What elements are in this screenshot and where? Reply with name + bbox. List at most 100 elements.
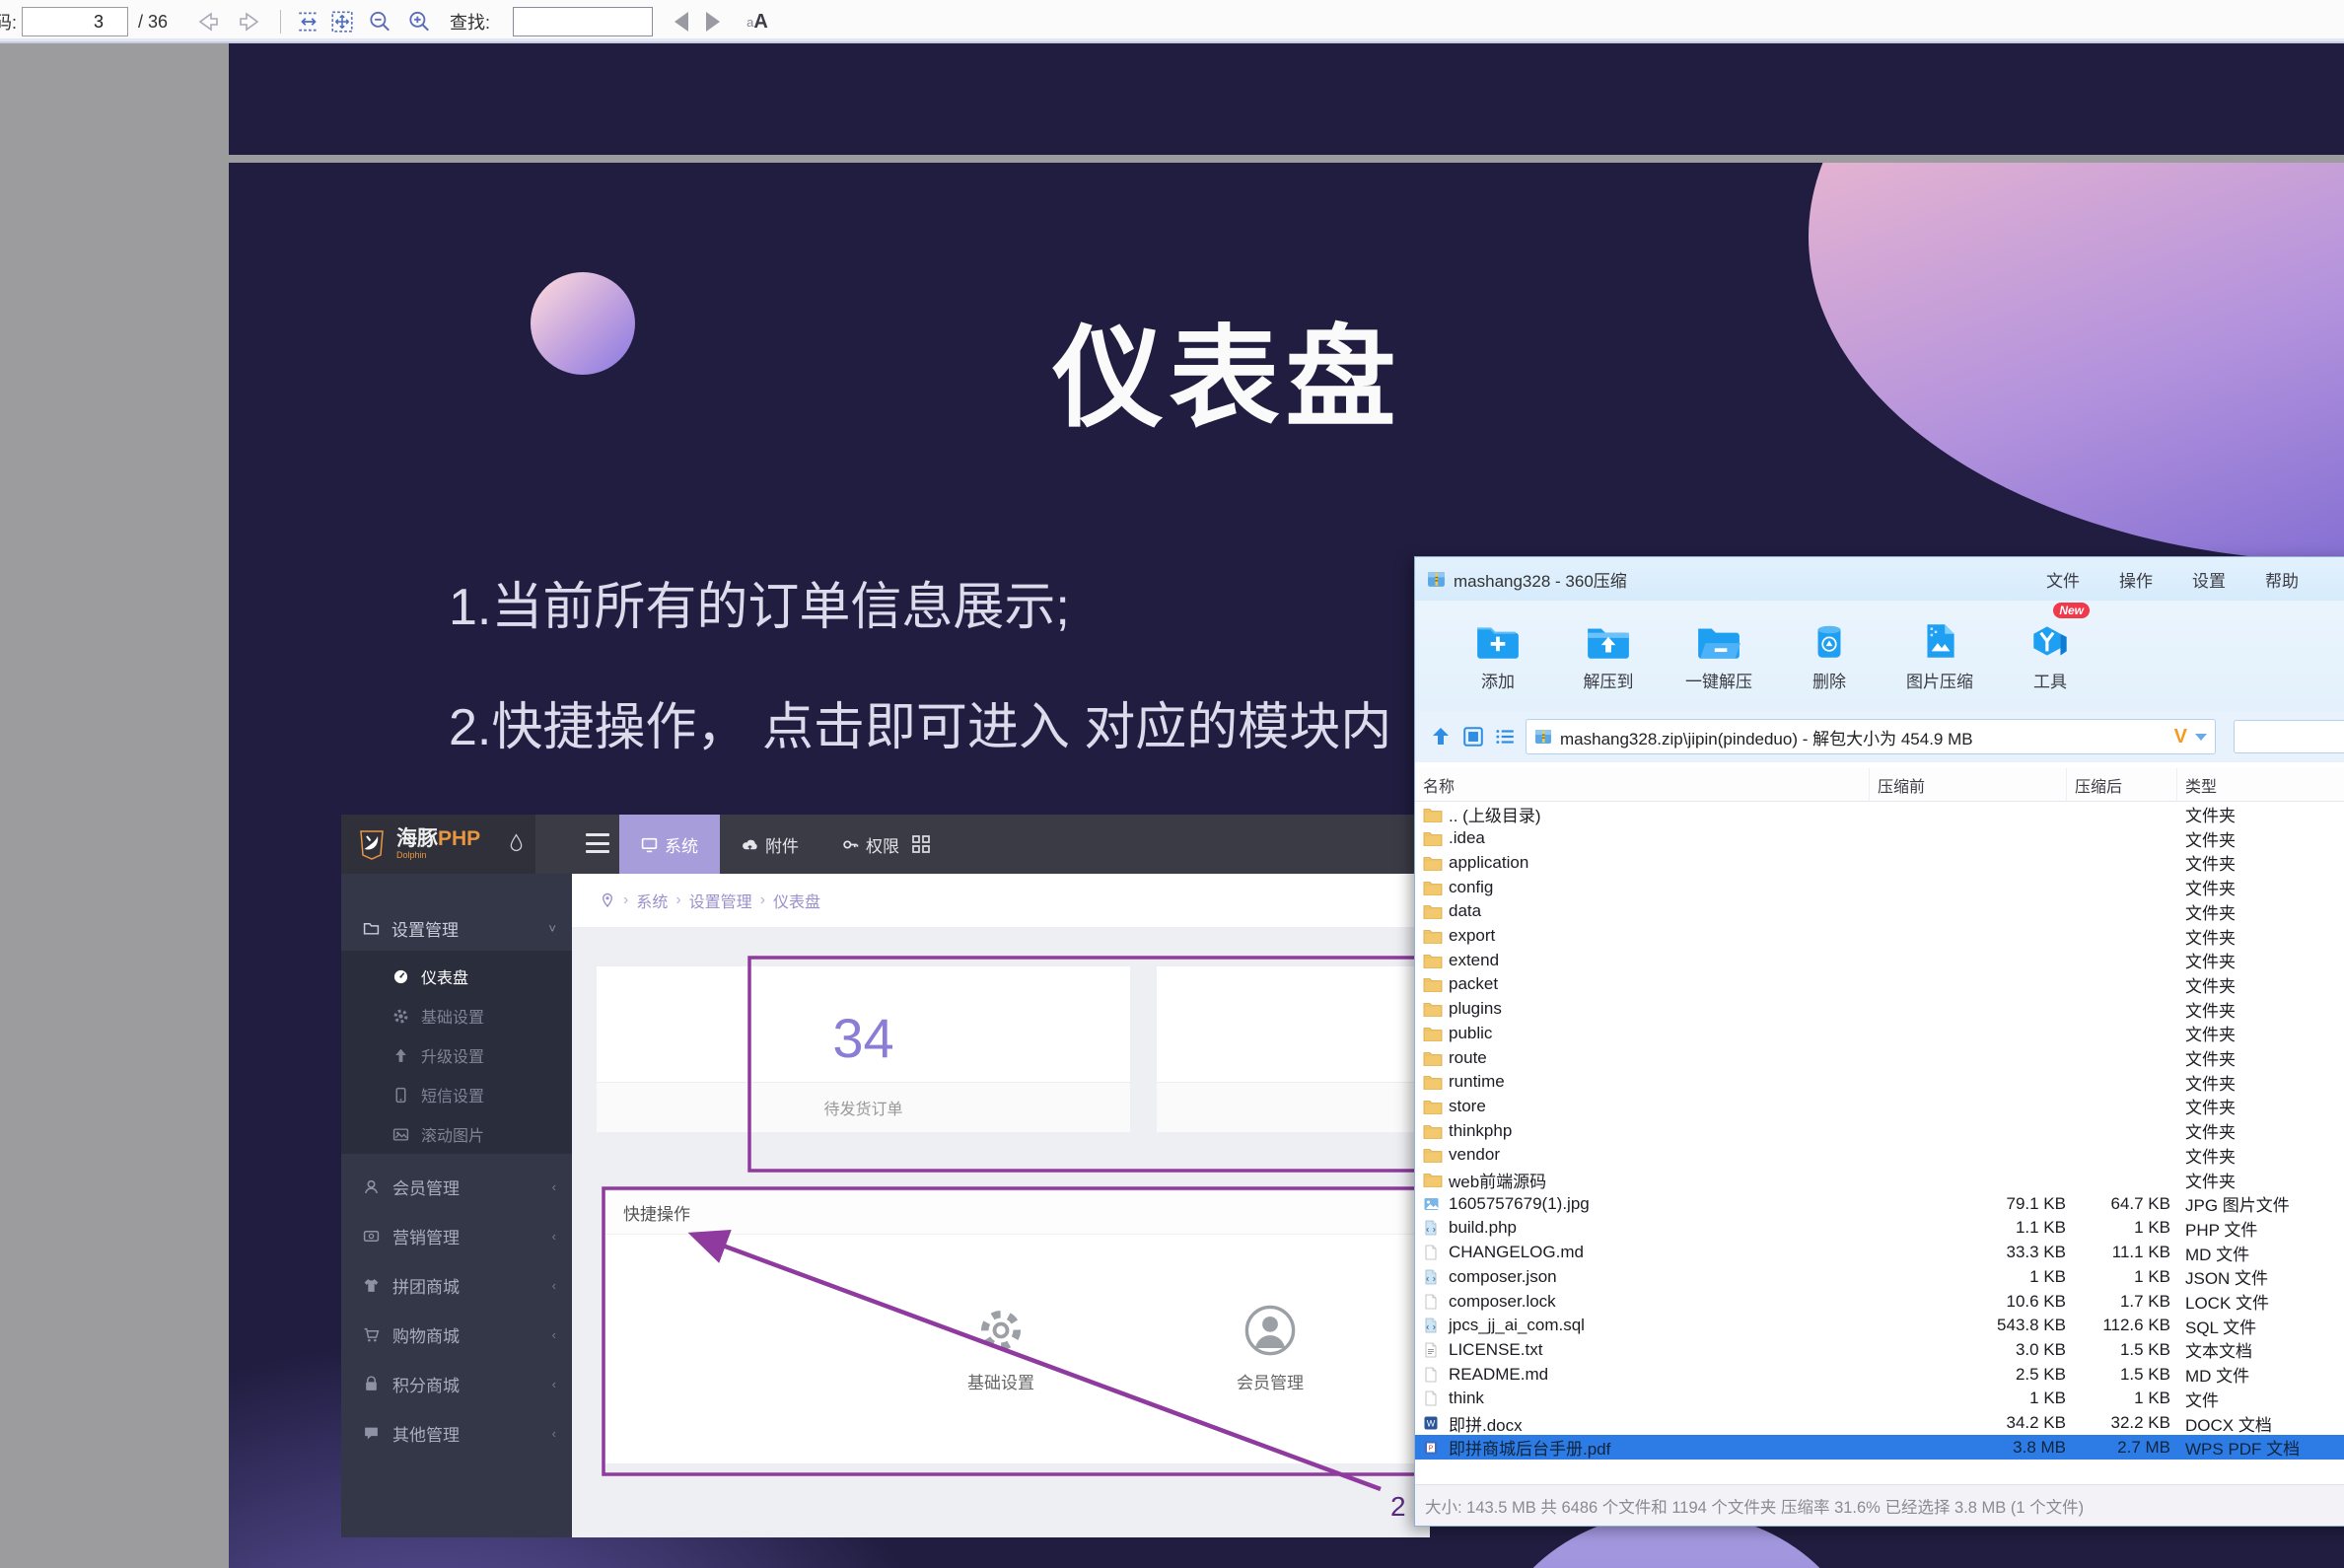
zip-toolbar-图片压缩[interactable]: 图片压缩: [1884, 601, 1995, 711]
new-badge: New: [2053, 603, 2090, 618]
zip-file-row[interactable]: thinkphp 文件夹: [1415, 1118, 2344, 1143]
file-type: JSON 文件: [2185, 1269, 2269, 1289]
fit-page-icon[interactable]: [327, 8, 357, 36]
zip-file-row[interactable]: composer.lock 10.6 KB 1.7 KB LOCK 文件: [1415, 1289, 2344, 1314]
zip-file-row[interactable]: export 文件夹: [1415, 924, 2344, 949]
zip-file-row[interactable]: packet 文件夹: [1415, 972, 2344, 997]
shirt-icon: [363, 1277, 380, 1294]
delete-icon: [1806, 620, 1853, 662]
file-type: SQL 文件: [2185, 1318, 2257, 1337]
zip-file-row[interactable]: application 文件夹: [1415, 850, 2344, 875]
zip-file-row[interactable]: .. (上级目录) 文件夹: [1415, 802, 2344, 826]
next-result-icon[interactable]: [698, 8, 728, 36]
file-type: 文本文档: [2185, 1342, 2252, 1362]
address-dropdown-icon[interactable]: [2195, 733, 2207, 741]
quick-action-基础设置: 基础设置: [932, 1298, 1070, 1393]
nav-label: 附件: [765, 836, 799, 856]
folder-icon: [1423, 854, 1443, 872]
zip-menu-item-文件[interactable]: 文件: [2046, 567, 2080, 592]
zip-search-input[interactable]: [2234, 720, 2344, 753]
slide-bullet-2: 2.快捷操作， 点击即可进入 对应的模块内: [449, 699, 1392, 756]
back-icon[interactable]: [193, 8, 223, 36]
zip-menu-item-帮助[interactable]: 帮助: [2265, 567, 2299, 592]
zip-file-row[interactable]: route 文件夹: [1415, 1045, 2344, 1070]
zip-file-row[interactable]: W 即拼.docx 34.2 KB 32.2 KB DOCX 文档: [1415, 1411, 2344, 1436]
file-type: 文件夹: [2185, 903, 2236, 923]
stat-value: 34: [832, 1007, 894, 1069]
gear-icon: [392, 1008, 409, 1025]
monitor-icon: [641, 836, 658, 853]
zip-toolbar-工具[interactable]: 工具 New: [1995, 601, 2105, 711]
pdf-page-previous: [229, 43, 2344, 155]
screen: 码: / 36 查找: aA 仪表盘: [0, 0, 2344, 1568]
quick-action-label: 会员管理: [1237, 1374, 1304, 1392]
zoom-out-icon[interactable]: [365, 8, 394, 36]
zip-window: mashang328 - 360压缩 文件 操作 设置 帮助 添加 解压到 一键解压 删除 图…: [1414, 556, 2344, 1527]
match-case-icon[interactable]: aA: [738, 8, 777, 36]
zip-file-row[interactable]: build.php 1.1 KB 1 KB PHP 文件: [1415, 1216, 2344, 1241]
zip-file-row[interactable]: vendor 文件夹: [1415, 1143, 2344, 1168]
find-input[interactable]: [513, 7, 653, 36]
page-number-input[interactable]: [22, 7, 128, 36]
file-file-icon: [1423, 1390, 1443, 1407]
zip-column-header-类型[interactable]: 类型: [2176, 768, 2344, 802]
zip-file-row[interactable]: P 即拼商城后台手册.pdf 3.8 MB 2.7 MB WPS PDF 文档: [1415, 1435, 2344, 1461]
prev-result-icon[interactable]: [667, 8, 696, 36]
up-directory-icon[interactable]: [1429, 725, 1453, 748]
zip-file-row[interactable]: runtime 文件夹: [1415, 1070, 2344, 1095]
zip-file-row[interactable]: README.md 2.5 KB 1.5 KB MD 文件: [1415, 1362, 2344, 1387]
zip-file-row[interactable]: extend 文件夹: [1415, 948, 2344, 972]
zip-address-input[interactable]: mashang328.zip\jipin(pindeduo) - 解包大小为 4…: [1526, 719, 2216, 754]
zip-file-row[interactable]: plugins 文件夹: [1415, 997, 2344, 1022]
zip-file-row[interactable]: public 文件夹: [1415, 1021, 2344, 1045]
zip-menu-item-操作[interactable]: 操作: [2119, 567, 2153, 592]
zip-column-header-名称[interactable]: 名称: [1415, 768, 1869, 802]
zip-toolbar-删除[interactable]: 删除: [1774, 601, 1884, 711]
zip-toolbar-一键解压[interactable]: 一键解压: [1664, 601, 1774, 711]
image-icon: [392, 1126, 409, 1143]
file-name: .. (上级目录): [1449, 807, 1541, 825]
file-name: 1605757679(1).jpg: [1449, 1193, 1590, 1213]
fit-width-icon[interactable]: [294, 8, 323, 36]
sidebar-item-label: 积分商城: [392, 1376, 460, 1395]
zip-file-row[interactable]: LICENSE.txt 3.0 KB 1.5 KB 文本文档: [1415, 1337, 2344, 1362]
zip-toolbar-label: 一键解压: [1685, 672, 1752, 691]
file-name: .idea: [1449, 828, 1485, 848]
zip-menu-item-设置[interactable]: 设置: [2192, 567, 2226, 592]
zip-file-row[interactable]: store 文件夹: [1415, 1094, 2344, 1118]
zip-file-row[interactable]: config 文件夹: [1415, 875, 2344, 899]
forward-icon[interactable]: [235, 8, 264, 36]
zip-file-row[interactable]: composer.json 1 KB 1 KB JSON 文件: [1415, 1264, 2344, 1289]
list-view-icon[interactable]: [1494, 726, 1516, 748]
file-name: composer.lock: [1449, 1291, 1556, 1311]
file-name: extend: [1449, 950, 1500, 969]
zip-file-row[interactable]: CHANGELOG.md 33.3 KB 11.1 KB MD 文件: [1415, 1241, 2344, 1265]
file-type: 文件夹: [2185, 1026, 2236, 1045]
zip-file-row[interactable]: .idea 文件夹: [1415, 826, 2344, 851]
phone-icon: [392, 1087, 409, 1104]
zip-file-row[interactable]: data 文件夹: [1415, 899, 2344, 924]
file-type: JPG 图片文件: [2185, 1196, 2290, 1216]
zip-toolbar-解压到[interactable]: 解压到: [1553, 601, 1664, 711]
zip-file-row[interactable]: 1605757679(1).jpg 79.1 KB 64.7 KB JPG 图片文件: [1415, 1191, 2344, 1216]
file-type: 文件夹: [2185, 1172, 2236, 1191]
zip-toolbar-添加[interactable]: 添加: [1443, 601, 1553, 711]
zip-titlebar[interactable]: mashang328 - 360压缩 文件 操作 设置 帮助: [1415, 557, 2344, 601]
zip-file-row[interactable]: web前端源码 文件夹: [1415, 1168, 2344, 1192]
file-type: 文件夹: [2185, 1123, 2236, 1143]
view-mode-icon[interactable]: [1462, 726, 1484, 748]
breadcrumb-separator: ›: [623, 891, 629, 908]
admin-header: 海豚PHP Dolphin 系统 附件 权限: [341, 815, 1430, 874]
sidebar-item-仪表盘: 仪表盘: [341, 957, 572, 996]
folder-icon: [1423, 1146, 1443, 1164]
zip-menubar: 文件 操作 设置 帮助: [2046, 557, 2344, 601]
zip-column-header-压缩前[interactable]: 压缩前: [1869, 768, 2066, 802]
cart-icon: [363, 1326, 380, 1343]
zip-file-row[interactable]: think 1 KB 1 KB 文件: [1415, 1387, 2344, 1411]
zoom-in-icon[interactable]: [404, 8, 434, 36]
zip-status-text: 大小: 143.5 MB 共 6486 个文件和 1194 个文件夹 压缩率 3…: [1425, 1498, 2085, 1517]
zip-toolbar-label: 图片压缩: [1906, 672, 1973, 691]
zip-file-row[interactable]: jpcs_jj_ai_com.sql 543.8 KB 112.6 KB SQL 文件: [1415, 1314, 2344, 1338]
zip-column-header-压缩后[interactable]: 压缩后: [2066, 768, 2176, 802]
admin-sidebar: 设置管理 ˅ 仪表盘 基础设置 升级设置 短信设置 滚动图片 会员管理 ‹ 营销管理 ‹ 拼团商…: [341, 874, 572, 1537]
